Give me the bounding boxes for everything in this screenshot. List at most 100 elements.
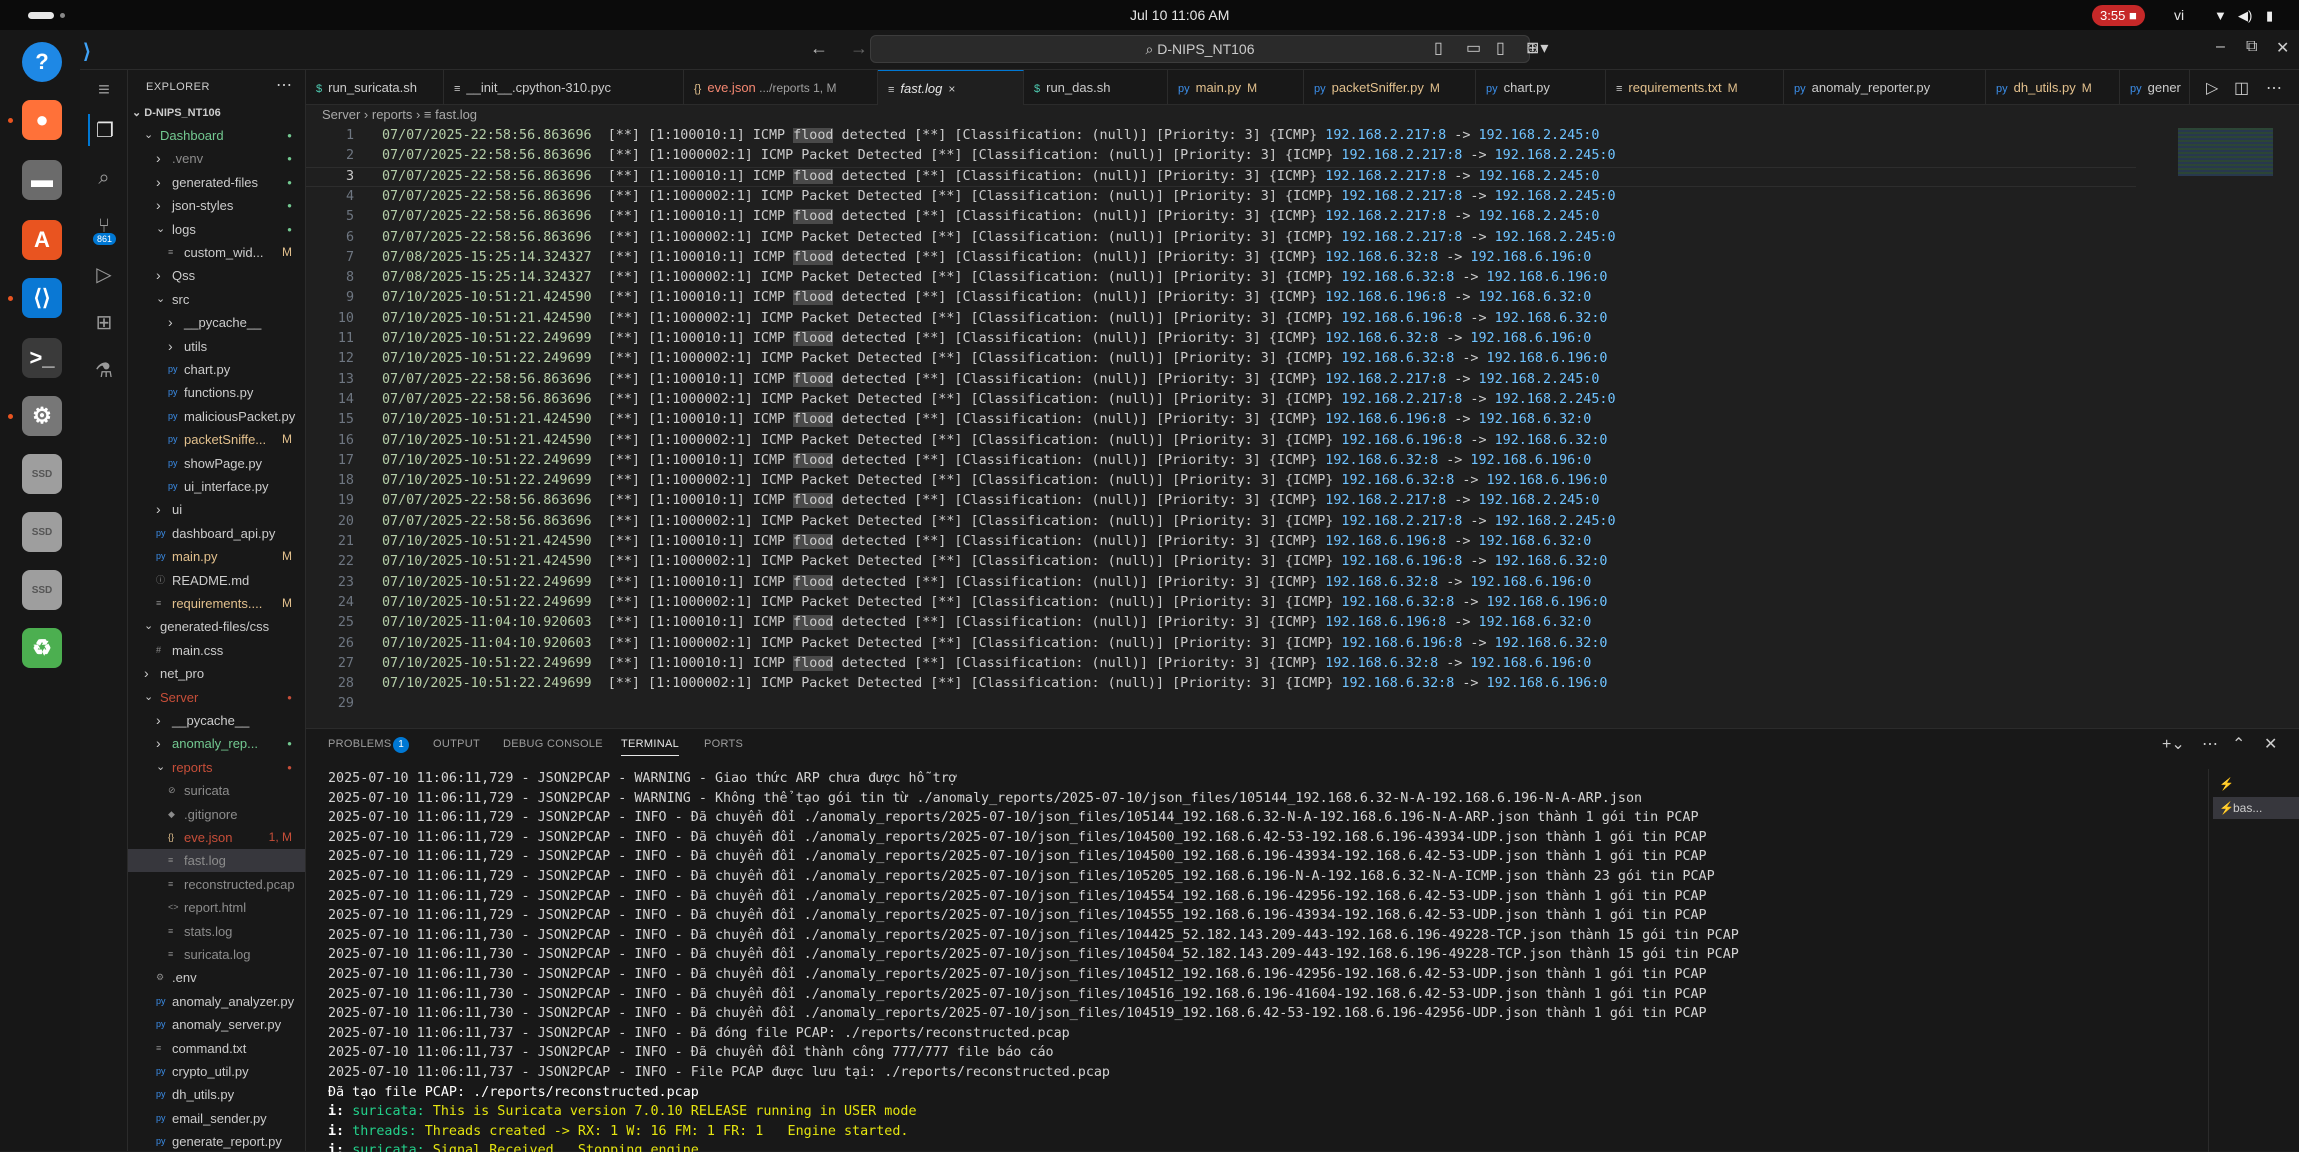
editor-tab[interactable]: $ run_das.sh xyxy=(1024,70,1168,105)
breadcrumb-item[interactable]: Server xyxy=(322,107,360,122)
file-item[interactable]: py anomaly_server.py xyxy=(128,1013,305,1036)
files-icon[interactable]: ▬ xyxy=(22,160,62,200)
editor-tab[interactable]: py main.py M xyxy=(1168,70,1304,105)
folder-item[interactable]: › net_pro xyxy=(128,662,305,685)
file-item[interactable]: ⚙ .env xyxy=(128,966,305,989)
file-item[interactable]: py chart.py xyxy=(128,358,305,381)
file-item[interactable]: py email_sender.py xyxy=(128,1107,305,1130)
editor-tab[interactable]: py dh_utils.py M xyxy=(1986,70,2120,105)
file-item[interactable]: ⊘ suricata xyxy=(128,779,305,802)
folder-item[interactable]: › generated-files ● xyxy=(128,171,305,194)
input-language[interactable]: vi xyxy=(2174,7,2184,23)
more-actions-icon[interactable]: ⋯ xyxy=(2266,78,2282,98)
file-item[interactable]: ⓘ README.md xyxy=(128,569,305,592)
back-arrow-icon[interactable]: ← xyxy=(810,38,828,59)
editor-tab[interactable]: $ run_suricata.sh xyxy=(306,70,444,105)
code-editor[interactable]: 1 07/07/2025-22:58:56.863696 [**] [1:1000… xyxy=(306,126,2299,716)
new-terminal-icon[interactable]: +⌄ xyxy=(2162,734,2185,754)
explorer-icon[interactable]: ❐ xyxy=(88,114,120,146)
run-icon[interactable]: ▷ xyxy=(2206,78,2218,98)
file-item[interactable]: ≡ command.txt xyxy=(128,1037,305,1060)
folder-item[interactable]: › ui xyxy=(128,498,305,521)
file-item[interactable]: py generate_report.py xyxy=(128,1130,305,1151)
folder-item[interactable]: › utils xyxy=(128,335,305,358)
tab-ports[interactable]: PORTS xyxy=(704,738,743,750)
folder-item[interactable]: › Qss xyxy=(128,264,305,287)
folder-item[interactable]: ⌄ Dashboard ● xyxy=(128,124,305,147)
workspace-root[interactable]: ⌄ D-NIPS_NT106 xyxy=(132,106,221,119)
file-item[interactable]: {} eve.json 1, M xyxy=(128,826,305,849)
file-item[interactable]: ≡ stats.log xyxy=(128,920,305,943)
drive-icon[interactable]: SSD xyxy=(22,454,62,494)
tab-problems[interactable]: PROBLEMS xyxy=(328,738,392,750)
folder-item[interactable]: › .venv ● xyxy=(128,147,305,170)
search-icon[interactable]: ⌕ xyxy=(88,162,120,194)
restore-icon[interactable]: ⧉ xyxy=(2246,38,2257,56)
folder-item[interactable]: › __pycache__ xyxy=(128,311,305,334)
vscode-icon[interactable]: ⟨⟩ xyxy=(22,278,62,318)
battery-icon[interactable]: ▮ xyxy=(2266,8,2273,24)
minimap[interactable] xyxy=(2178,128,2273,176)
drive-icon[interactable]: SSD xyxy=(22,570,62,610)
file-item[interactable]: py packetSniffe... M xyxy=(128,428,305,451)
file-item[interactable]: <> report.html xyxy=(128,896,305,919)
activities-indicator[interactable] xyxy=(28,12,54,19)
screen-recording-indicator[interactable]: 3:55 ■ xyxy=(2092,5,2145,26)
terminal-output[interactable]: 2025-07-10 11:06:11,729 - JSON2PCAP - WA… xyxy=(328,769,2208,1152)
toggle-secondary-sidebar-icon[interactable]: ▯ xyxy=(1496,38,1505,58)
toggle-primary-sidebar-icon[interactable]: ▯ xyxy=(1434,38,1443,58)
terminal-icon[interactable]: >_ xyxy=(22,338,62,378)
breadcrumb-item[interactable]: fast.log xyxy=(435,107,477,122)
file-item[interactable]: # main.css xyxy=(128,639,305,662)
file-item[interactable]: py dh_utils.py xyxy=(128,1083,305,1106)
minimize-icon[interactable]: – xyxy=(2216,38,2225,56)
command-center[interactable]: ⌕ D-NIPS_NT106 xyxy=(870,35,1530,63)
close-panel-icon[interactable]: ✕ xyxy=(2264,734,2277,754)
file-item[interactable]: ≡ suricata.log xyxy=(128,943,305,966)
file-item[interactable]: ≡ custom_wid... M xyxy=(128,241,305,264)
editor-tab[interactable]: ≡ __init__.cpython-310.pyc xyxy=(444,70,684,105)
volume-icon[interactable]: ◀) xyxy=(2238,8,2252,24)
editor-tab[interactable]: ≡ fast.log × xyxy=(878,70,1024,105)
help-icon[interactable]: ? xyxy=(22,42,62,82)
folder-item[interactable]: ⌄ Server ● xyxy=(128,686,305,709)
file-item[interactable]: ≡ requirements.... M xyxy=(128,592,305,615)
file-item[interactable]: py dashboard_api.py xyxy=(128,522,305,545)
editor-tab[interactable]: py anomaly_reporter.py xyxy=(1784,70,1986,105)
close-window-icon[interactable]: ✕ xyxy=(2276,38,2289,58)
tab-output[interactable]: OUTPUT xyxy=(433,738,480,750)
editor-tab[interactable]: py chart.py xyxy=(1476,70,1606,105)
more-actions-icon[interactable]: ⋯ xyxy=(2202,734,2218,754)
tab-debug-console[interactable]: DEBUG CONSOLE xyxy=(503,738,603,750)
file-item[interactable]: py anomaly_analyzer.py xyxy=(128,990,305,1013)
more-actions-icon[interactable]: ⋯ xyxy=(276,75,292,95)
network-icon[interactable]: ▼ xyxy=(2214,8,2227,23)
close-tab-icon[interactable]: × xyxy=(948,82,955,96)
firefox-icon[interactable]: ● xyxy=(22,100,62,140)
system-clock[interactable]: Jul 10 11:06 AM xyxy=(1130,7,1229,23)
testing-icon[interactable]: ⚗ xyxy=(88,354,120,386)
file-item[interactable]: py functions.py xyxy=(128,381,305,404)
toggle-panel-icon[interactable]: ▭ xyxy=(1466,38,1481,58)
folder-item[interactable]: › __pycache__ xyxy=(128,709,305,732)
terminal-item[interactable]: ⚡ bas... xyxy=(2213,797,2299,819)
maximize-panel-icon[interactable]: ⌃ xyxy=(2232,734,2245,754)
folder-item[interactable]: ⌄ logs ● xyxy=(128,218,305,241)
folder-item[interactable]: ⌄ generated-files/css xyxy=(128,615,305,638)
editor-tab[interactable]: py gener xyxy=(2120,70,2190,105)
editor-tab[interactable]: {} eve.json .../reports 1, M xyxy=(684,70,878,105)
tab-terminal[interactable]: TERMINAL xyxy=(621,738,680,756)
file-item[interactable]: py maliciousPacket.py xyxy=(128,405,305,428)
app-center-icon[interactable]: A xyxy=(22,220,62,260)
drive-icon[interactable]: SSD xyxy=(22,512,62,552)
terminal-item[interactable]: ⚡ xyxy=(2213,773,2299,795)
settings-icon[interactable]: ⚙ xyxy=(22,396,62,436)
split-editor-icon[interactable]: ◫ xyxy=(2234,78,2249,98)
extensions-icon[interactable]: ⊞ xyxy=(88,306,120,338)
editor-tab[interactable]: ≡ requirements.txt M xyxy=(1606,70,1784,105)
folder-item[interactable]: › json-styles ● xyxy=(128,194,305,217)
trash-icon[interactable]: ♻ xyxy=(22,628,62,668)
run-debug-icon[interactable]: ▷ xyxy=(88,258,120,290)
breadcrumb-item[interactable]: reports xyxy=(372,107,412,122)
folder-item[interactable]: ⌄ src xyxy=(128,288,305,311)
